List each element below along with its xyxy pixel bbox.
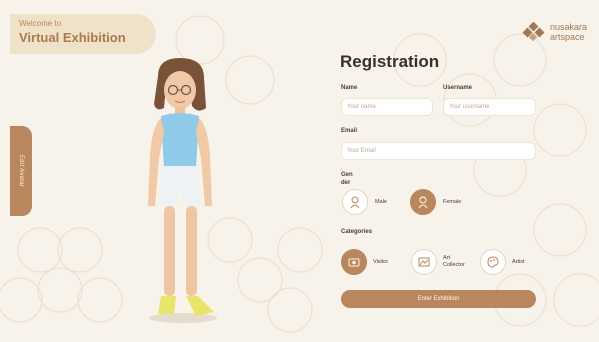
welcome-title: Virtual Exhibition	[19, 30, 126, 45]
email-input[interactable]: Your Email	[341, 142, 536, 160]
visitor-icon	[348, 258, 360, 267]
brand-logo: nusakara artspace	[522, 22, 587, 42]
category-collector-option[interactable]	[411, 249, 437, 275]
gender-male-label: Male	[375, 199, 387, 205]
brand-name-line2: artspace	[549, 32, 585, 42]
gender-male-option[interactable]	[342, 189, 368, 215]
registration-title: Registration	[340, 52, 440, 71]
name-label: Name	[341, 85, 358, 91]
edit-avatar-tab[interactable]: Edit Avatar	[10, 126, 32, 216]
category-artist-option[interactable]	[480, 249, 506, 275]
category-collector-label-line1: Art	[443, 255, 451, 261]
brand-name-line1: nusakara	[549, 22, 587, 32]
category-artist-label: Artist	[512, 259, 525, 265]
gender-label-line2: der	[341, 180, 351, 186]
category-visitor-label: Visitor	[373, 259, 389, 265]
brand-mark-icon	[522, 22, 545, 42]
welcome-subtitle: Welcome to	[19, 19, 62, 28]
gender-label-line1: Gen	[341, 172, 353, 178]
email-label: Email	[341, 128, 358, 134]
female-icon	[418, 196, 428, 209]
male-icon	[350, 196, 360, 209]
category-visitor-option[interactable]	[341, 249, 367, 275]
edit-avatar-label: Edit Avatar	[18, 154, 24, 188]
avatar-figure	[148, 58, 217, 323]
username-input[interactable]: Your username	[443, 98, 536, 116]
gender-female-option[interactable]	[410, 189, 436, 215]
name-input[interactable]: Your name	[341, 98, 433, 116]
categories-label: Categories	[341, 229, 373, 235]
enter-exhibition-button[interactable]: Enter Exhibition	[341, 290, 536, 308]
category-collector-label-line2: Collector	[443, 262, 465, 268]
collector-icon	[418, 257, 430, 267]
username-label: Username	[443, 85, 473, 91]
gender-female-label: Female	[443, 199, 462, 205]
artist-icon	[487, 256, 499, 268]
